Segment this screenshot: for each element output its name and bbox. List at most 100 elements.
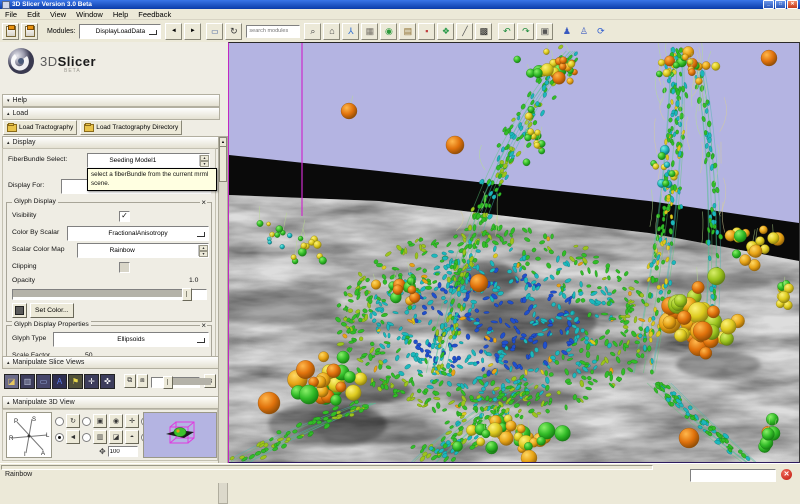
sync-view-icon[interactable]: ⟳ <box>593 24 608 39</box>
close-group-icon[interactable]: × <box>200 322 207 330</box>
yellow-slice-toggle-icon[interactable]: ▥ <box>20 374 35 389</box>
transforms-module-icon[interactable]: ▤ <box>399 23 416 40</box>
color-swatch-button[interactable] <box>12 303 27 318</box>
collapse-arrow-icon: ▴ <box>7 400 10 406</box>
display-frame: FiberBundle Select: Seeding Model1 ▲▼ se… <box>2 148 216 358</box>
search-modules-icon[interactable]: ⌕ <box>304 23 321 40</box>
menu-item-help[interactable]: Help <box>108 10 133 19</box>
link-slices-button[interactable]: ⧈ <box>137 374 149 388</box>
perspective-button[interactable]: ◪ <box>109 430 123 444</box>
view3d-panel: P S R L I A ↻▣◉✛▨ ◄▥◪◓⊡ ✥ <box>2 409 218 461</box>
green-slice-toggle-icon[interactable]: ▭ <box>36 374 51 389</box>
3d-viewport-canvas[interactable] <box>229 43 799 462</box>
module-search-input[interactable] <box>246 25 300 38</box>
plot-module-icon[interactable]: ╱ <box>456 23 473 40</box>
orthographic-button[interactable]: ▥ <box>93 430 107 444</box>
title-bar: 3D Slicer Version 3.0 Beta _ □ ✕ <box>0 0 800 9</box>
view3d-radio[interactable] <box>82 433 91 442</box>
section-help[interactable]: ▾ Help <box>2 94 220 107</box>
scene-snapshot-icon[interactable]: ♟ <box>559 24 574 39</box>
color-by-scalar-dropdown[interactable]: FractionalAnisotropy <box>67 226 209 241</box>
svg-text:A: A <box>41 451 45 457</box>
collapse-arrow-icon: ▾ <box>7 98 10 104</box>
visibility-checkbox[interactable]: ✓ <box>119 211 130 222</box>
panel-scrollbar[interactable]: ▲ <box>218 136 228 504</box>
window-title: 3D Slicer Version 3.0 Beta <box>12 1 92 8</box>
maximize-button[interactable]: □ <box>775 0 786 9</box>
depth-peeling-button[interactable]: ◓ <box>125 430 139 444</box>
look-from-axis-button[interactable]: ◉ <box>109 414 123 428</box>
close-button[interactable]: ✕ <box>787 0 798 9</box>
annotation-visibility-icon[interactable]: ⚑ <box>68 374 83 389</box>
redo-icon[interactable]: ↷ <box>517 23 534 40</box>
spinner-icon[interactable]: ▲▼ <box>199 155 209 166</box>
svg-text:L: L <box>46 433 50 439</box>
minimize-button[interactable]: _ <box>763 0 774 9</box>
fiberbundle-select-dropdown[interactable]: Seeding Model1 ▲▼ <box>87 153 210 168</box>
error-indicator-icon[interactable]: ✕ <box>781 469 792 480</box>
undo-icon[interactable]: ↶ <box>498 23 515 40</box>
view3d-radio[interactable] <box>55 433 64 442</box>
editor-module-icon[interactable]: ▩ <box>475 23 492 40</box>
load-tractography-button[interactable]: Load Tractography <box>3 120 77 135</box>
restore-snapshot-icon[interactable]: ♙ <box>576 24 591 39</box>
rock-view-button[interactable]: ◄ <box>66 430 80 444</box>
fiducials-module-icon[interactable]: ▪ <box>418 23 435 40</box>
view-orientation-compass[interactable]: P S R L I A <box>6 412 52 458</box>
four-way-arrows-icon[interactable]: ✥ <box>99 447 106 456</box>
module-panel: 3DSlicer BETA ▾ Help ▴ Load Load Tractog… <box>0 42 229 462</box>
models-module-icon[interactable]: ◉ <box>380 23 397 40</box>
scalar-colormap-dropdown[interactable]: Rainbow ▲▼ <box>77 243 209 258</box>
close-group-icon[interactable]: × <box>200 199 207 207</box>
section-load[interactable]: ▴ Load <box>2 107 220 120</box>
fit-slices-button[interactable]: ⧉ <box>124 374 136 388</box>
view3d-radio[interactable] <box>55 417 64 426</box>
slice-views-toolbar: ◪▥▭A⚑✛✜ ⧉ ⧈ B <box>4 370 216 392</box>
menu-item-edit[interactable]: Edit <box>22 10 45 19</box>
spin-degrees-input[interactable] <box>108 446 138 457</box>
module-next-button[interactable]: ► <box>184 23 201 40</box>
labelmap-visibility-icon[interactable]: A <box>52 374 67 389</box>
spin-view-button[interactable]: ↻ <box>66 414 80 428</box>
spinner-icon[interactable]: ▲▼ <box>198 245 208 256</box>
menu-item-feedback[interactable]: Feedback <box>133 10 176 19</box>
volumes-module-icon[interactable]: ▦ <box>361 23 378 40</box>
screen-capture-icon[interactable]: ▣ <box>536 23 553 40</box>
modules-dropdown[interactable]: DisplayLoadData <box>79 24 161 39</box>
import-scene-button[interactable] <box>21 23 38 40</box>
3d-viewport[interactable] <box>228 42 800 464</box>
slider-handle[interactable] <box>163 376 173 389</box>
glyph-type-dropdown[interactable]: Ellipsoids <box>53 332 209 347</box>
load-scene-button[interactable] <box>2 23 19 40</box>
section-3d-view[interactable]: ▴ Manipulate 3D View <box>2 396 220 409</box>
load-tractography-directory-button[interactable]: Load Tractography Directory <box>80 120 182 135</box>
clipping-checkbox[interactable] <box>119 262 130 273</box>
zoom-view-button[interactable]: ✛ <box>125 414 139 428</box>
section-slice-views[interactable]: ▴ Manipulate Slice Views <box>2 356 220 369</box>
navigation-preview[interactable] <box>143 412 217 458</box>
colors-module-icon[interactable]: ❖ <box>437 23 454 40</box>
glyph-properties-legend: Glyph Display Properties <box>12 321 91 328</box>
collapse-arrow-icon: ▴ <box>7 360 10 366</box>
label-opacity-slider[interactable] <box>151 376 200 387</box>
slider-handle[interactable] <box>182 288 192 301</box>
module-prev-button[interactable]: ◄ <box>165 23 182 40</box>
svg-text:S: S <box>32 417 36 423</box>
opacity-slider[interactable] <box>12 288 207 299</box>
glyph-display-legend: Glyph Display <box>12 198 58 205</box>
scrollbar-thumb[interactable] <box>219 146 227 182</box>
set-color-button[interactable]: Set Color... <box>30 303 74 318</box>
menu-item-file[interactable]: File <box>0 10 22 19</box>
navigate-crosshair-icon[interactable]: ✜ <box>100 374 115 389</box>
data-module-icon[interactable]: ⅄ <box>342 23 359 40</box>
view3d-radio[interactable] <box>82 417 91 426</box>
menu-item-view[interactable]: View <box>45 10 71 19</box>
home-module-icon[interactable]: ⌂ <box>323 23 340 40</box>
crosshair-icon[interactable]: ✛ <box>84 374 99 389</box>
red-slice-toggle-icon[interactable]: ◪ <box>4 374 19 389</box>
center-view-button[interactable]: ▣ <box>93 414 107 428</box>
module-refresh-button[interactable]: ↻ <box>225 23 242 40</box>
module-history-button[interactable]: ▭ <box>206 23 223 40</box>
import-scene-icon <box>25 26 35 37</box>
menu-item-window[interactable]: Window <box>71 10 108 19</box>
